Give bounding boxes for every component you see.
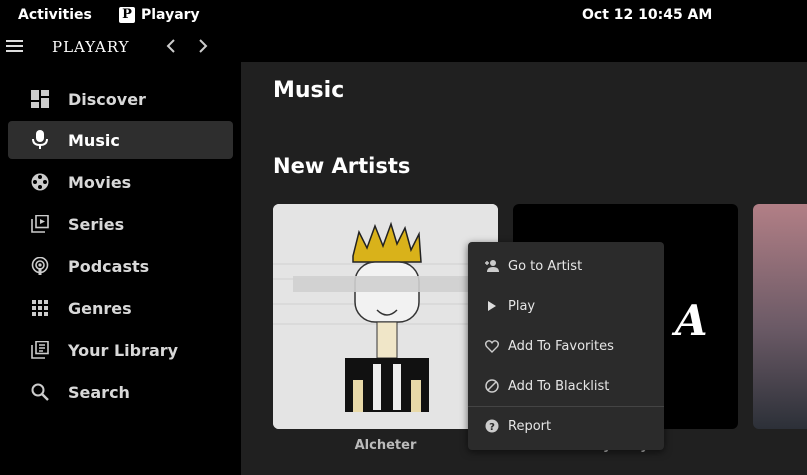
microphone-icon (30, 130, 50, 150)
sidebar-item-label: Your Library (68, 340, 179, 360)
hamburger-menu-icon[interactable] (6, 40, 24, 54)
activities-button[interactable]: Activities (18, 7, 92, 23)
section-title: New Artists (273, 154, 411, 178)
menu-item-add-to-favorites[interactable]: Add To Favorites (468, 328, 664, 364)
sidebar-item-label: Discover (68, 89, 146, 109)
help-circle-icon: ? (484, 418, 500, 434)
heart-icon (484, 338, 500, 354)
system-top-bar: Activities P Playary Oct 12 10:45 AM (0, 0, 807, 32)
block-icon (484, 378, 500, 394)
menu-item-go-to-artist[interactable]: Go to Artist (468, 248, 664, 284)
artist-card[interactable] (273, 204, 498, 429)
menu-item-play[interactable]: Play (468, 288, 664, 324)
sidebar-item-search[interactable]: Search (8, 373, 233, 411)
page-title: Music (273, 78, 345, 103)
sidebar-item-genres[interactable]: Genres (8, 289, 233, 327)
sidebar-item-your-library[interactable]: Your Library (8, 331, 233, 369)
artist-artwork (273, 204, 498, 429)
sidebar-item-label: Search (68, 382, 130, 402)
artist-artwork-text: A (675, 296, 708, 345)
menu-item-label: Report (508, 418, 552, 434)
context-menu: Go to Artist Play Add To Favorites Add T… (468, 242, 664, 450)
sidebar-item-discover[interactable]: Discover (8, 80, 233, 118)
artist-card[interactable] (753, 204, 807, 429)
playary-app-icon: P (119, 7, 135, 23)
library-play-icon (30, 214, 50, 234)
app-menu[interactable]: P Playary (119, 7, 200, 23)
podcast-icon (30, 256, 50, 276)
play-icon (484, 298, 500, 314)
chevron-right-icon[interactable] (192, 36, 212, 56)
artist-name[interactable]: Alcheter (273, 438, 498, 453)
sidebar-item-label: Music (68, 130, 120, 150)
app-header: PLAYARY (0, 32, 241, 62)
clock[interactable]: Oct 12 10:45 AM (582, 7, 712, 23)
app-logo: PLAYARY (52, 38, 130, 56)
sidebar-item-label: Movies (68, 172, 132, 192)
film-reel-icon (30, 172, 50, 192)
menu-item-label: Add To Blacklist (508, 378, 610, 394)
apps-grid-icon (30, 298, 50, 318)
sidebar: Discover Music Movies Series Podcasts Ge… (0, 62, 241, 475)
dashboard-icon (30, 89, 50, 109)
chevron-left-icon[interactable] (162, 36, 182, 56)
app-menu-label: Playary (141, 7, 200, 23)
sidebar-item-label: Series (68, 214, 125, 234)
sidebar-item-label: Podcasts (68, 256, 150, 276)
sidebar-item-podcasts[interactable]: Podcasts (8, 247, 233, 285)
menu-item-report[interactable]: ? Report (468, 408, 664, 444)
menu-item-add-to-blacklist[interactable]: Add To Blacklist (468, 368, 664, 404)
sidebar-item-movies[interactable]: Movies (8, 163, 233, 201)
sidebar-item-series[interactable]: Series (8, 205, 233, 243)
svg-text:?: ? (489, 422, 495, 433)
sidebar-item-music[interactable]: Music (8, 121, 233, 159)
menu-item-label: Go to Artist (508, 258, 583, 274)
menu-item-label: Add To Favorites (508, 338, 614, 354)
person-arrow-icon (484, 258, 500, 274)
menu-item-label: Play (508, 298, 536, 314)
library-books-icon (30, 340, 50, 360)
menu-separator (468, 406, 664, 407)
sidebar-item-label: Genres (68, 298, 132, 318)
search-icon (30, 382, 50, 402)
